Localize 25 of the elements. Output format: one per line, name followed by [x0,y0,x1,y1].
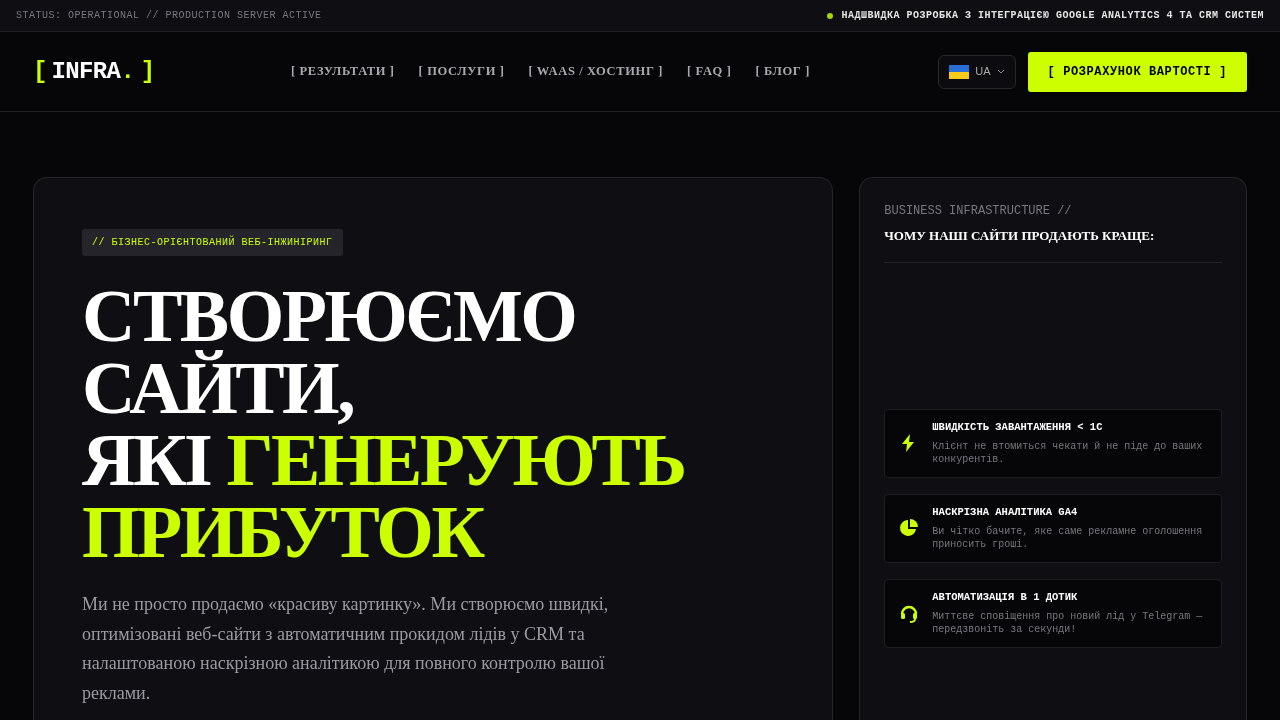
nav-link[interactable]: [ БЛОГ ] [755,62,810,81]
headset-icon [899,603,920,623]
hero-heading: СТВОРЮЄМО САЙТИ, ЯКІ ГЕНЕРУЮТЬ ПРИБУТОК [82,280,686,568]
benefit-title: АВТОМАТИЗАЦІЯ В 1 ДОТИК [932,590,1079,606]
announcement-text: НАДШВИДКА РОЗРОБКА З ІНТЕГРАЦІЄЮ GOOGLE ANALYTICS 4 ТА CRM СИСТЕМ [841,9,1264,23]
chevron-down-icon [996,68,1005,75]
cost-estimate-button[interactable]: [ РОЗРАХУНОК ВАРТОСТІ ] [1027,51,1247,92]
benefit-description: Миттєве сповіщення про новий лід у Telegram — передзвоніть за секунди! [932,609,1204,636]
ukraine-flag-icon [949,64,970,79]
language-selector[interactable]: UA [938,54,1016,89]
benefits-eyebrow: BUSINESS INFRASTRUCTURE // [884,203,1073,220]
logo[interactable]: [ INFRA. ] [33,53,283,90]
benefit-description: Клієнт не втомиться чекати й не піде до ваших конкурентів. [932,439,1204,466]
benefit-title: ШВИДКІСТЬ ЗАВАНТАЖЕННЯ < 1С [932,420,1104,436]
hero-tag: // БІЗНЕС-ОРІЄНТОВАНИЙ ВЕБ-ІНЖИНІРИНГ [82,229,343,256]
status-text: STATUS: OPERATIONAL // PRODUCTION SERVER ACTIVE [16,9,322,23]
nav-link[interactable]: [ РЕЗУЛЬТАТИ ] [291,62,395,81]
benefits-title: ЧОМУ НАШІ САЙТИ ПРОДАЮТЬ КРАЩЕ: [884,227,1156,245]
benefit-description: Ви чітко бачите, яке саме рекламне оголошення приносить гроші. [932,524,1204,551]
nav-link[interactable]: [ ПОСЛУГИ ] [418,62,505,81]
nav-link[interactable]: [ FAQ ] [687,62,732,81]
benefit-title: НАСКРІЗНА АНАЛІТИКА GA4 [932,505,1079,521]
pie-chart-icon [899,518,920,538]
nav-link[interactable]: [ WAAS / ХОСТИНГ ] [528,62,664,81]
hero-description: Ми не просто продаємо «красиву картинку». Ми створюємо швидкі, оптимізовані веб-сайти з автоматичним прокидом лідів у CRM та налаштованою наскрізною аналітикою для повного контролю вашої реклами. [82,593,610,705]
